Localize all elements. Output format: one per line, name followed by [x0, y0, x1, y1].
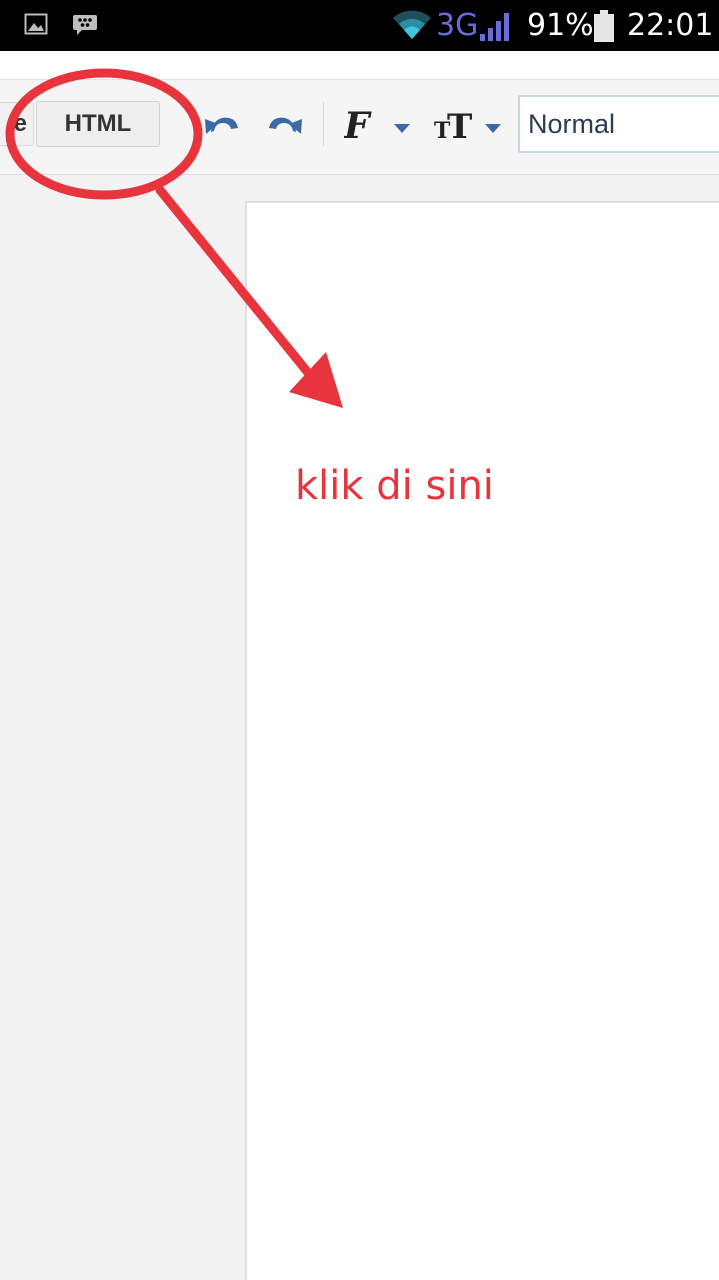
arrow-shaft: [155, 185, 323, 390]
highlight-circle: [5, 68, 203, 200]
screen: 3G 91% 22:01 e HTML F T T Normal klik di…: [0, 0, 719, 1280]
annotation-overlay: [5, 68, 343, 408]
annotation-label: klik di sini: [295, 463, 494, 509]
